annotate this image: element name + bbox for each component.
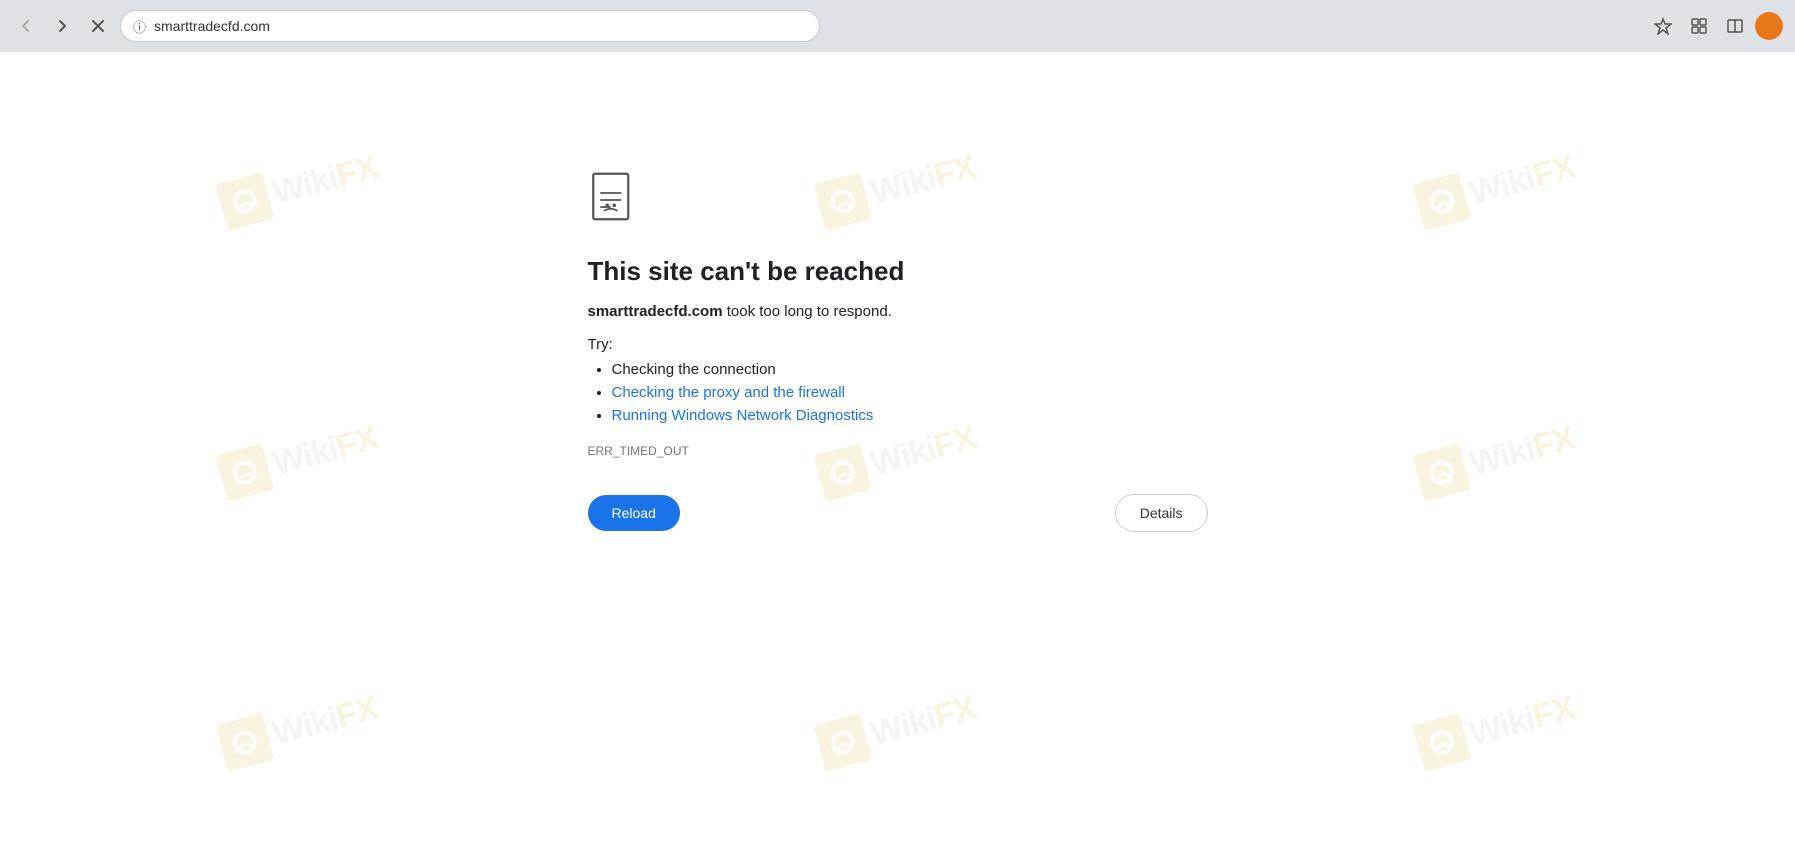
watermark-cell: WikiFX [1172, 250, 1795, 666]
info-icon: ⓘ [133, 17, 146, 36]
page-content: WikiFX WikiFX [0, 52, 1795, 864]
suggestion-item-diagnostics[interactable]: Running Windows Network Diagnostics [612, 407, 1208, 424]
error-page-icon [588, 172, 644, 228]
error-subtitle-text: took too long to respond. [723, 303, 892, 320]
error-container: This site can't be reached smarttradecfd… [568, 172, 1228, 494]
error-subtitle: smarttradecfd.com took too long to respo… [588, 303, 1208, 320]
try-label: Try: [588, 336, 1208, 353]
watermark-cell: WikiFX [0, 521, 623, 864]
url-input[interactable] [154, 18, 807, 34]
address-bar[interactable]: ⓘ [120, 10, 820, 42]
extensions-button[interactable] [1683, 10, 1715, 42]
browser-chrome: ⓘ [0, 0, 1795, 52]
suggestion-item-connection: Checking the connection [612, 361, 1208, 378]
button-row: Reload Details [568, 494, 1228, 532]
suggestions-list: Checking the connection Checking the pro… [588, 361, 1208, 424]
toolbar-right [1647, 10, 1783, 42]
back-button[interactable] [12, 12, 40, 40]
watermark-cell: WikiFX [1172, 521, 1795, 864]
watermark-cell: WikiFX [0, 250, 623, 666]
suggestion-link-diagnostics[interactable]: Running Windows Network Diagnostics [612, 407, 874, 424]
forward-button[interactable] [48, 12, 76, 40]
suggestion-item-proxy[interactable]: Checking the proxy and the firewall [612, 384, 1208, 401]
watermark-cell: WikiFX [573, 521, 1221, 864]
suggestion-text-connection: Checking the connection [612, 361, 776, 378]
profile-button[interactable] [1755, 12, 1783, 40]
watermark-cell: WikiFX [0, 52, 623, 395]
details-button[interactable]: Details [1115, 494, 1208, 532]
bookmark-button[interactable] [1647, 10, 1679, 42]
error-domain: smarttradecfd.com [588, 303, 723, 320]
watermark-cell: WikiFX [1172, 52, 1795, 395]
error-code: ERR_TIMED_OUT [588, 444, 1208, 458]
split-screen-button[interactable] [1719, 10, 1751, 42]
suggestion-link-proxy[interactable]: Checking the proxy and the firewall [612, 384, 845, 401]
error-title: This site can't be reached [588, 256, 1208, 287]
close-button[interactable] [84, 12, 112, 40]
reload-button[interactable]: Reload [588, 495, 680, 531]
